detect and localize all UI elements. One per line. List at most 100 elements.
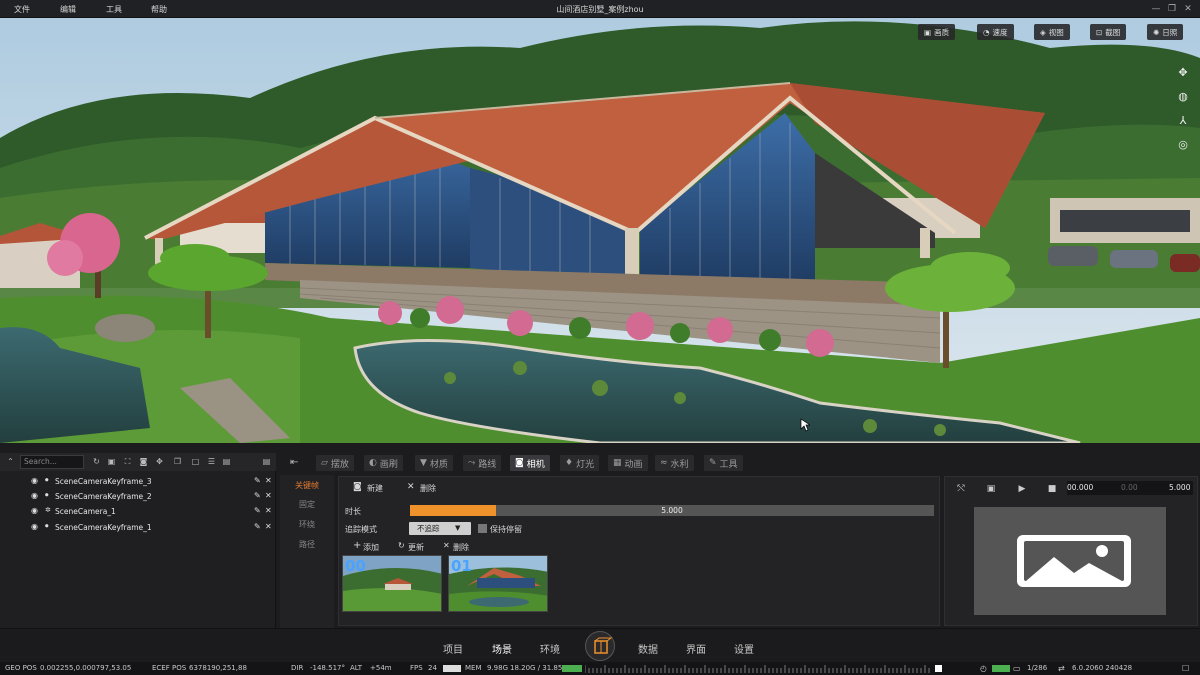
outliner-item[interactable]: ◉ ⏺ SceneCameraKeyframe_2 ✎ ✕ bbox=[0, 489, 276, 504]
menu-help[interactable]: 帮助 bbox=[151, 4, 167, 15]
globe-icon[interactable]: ◎ bbox=[1174, 136, 1192, 154]
subnav-fixed[interactable]: 固定 bbox=[280, 499, 334, 510]
eye-icon[interactable]: ◉ bbox=[31, 522, 38, 531]
edit-icon[interactable]: ✎ bbox=[254, 491, 261, 500]
delete-button[interactable]: 删除 bbox=[420, 483, 436, 494]
nav-settings[interactable]: 设置 bbox=[734, 641, 754, 656]
timeline[interactable]: 00.000 0.00 5.000 bbox=[1067, 481, 1193, 495]
image-icon[interactable]: ▤ bbox=[221, 456, 232, 467]
keep-stop-checkbox[interactable] bbox=[478, 524, 487, 533]
tab-animation[interactable]: ▦ 动画 bbox=[608, 455, 648, 471]
nav-environment[interactable]: 环境 bbox=[540, 641, 560, 656]
tab-label: 动画 bbox=[624, 459, 643, 470]
delete-icon[interactable]: ✕ bbox=[265, 506, 272, 515]
scene-outliner: ⌃ Search... ↻ ▣ ⛶ ◙ ✥ ❐ □ ☰ ▤ ▤ ◉ ⏺ Scene… bbox=[0, 453, 276, 628]
move-icon[interactable]: ✥ bbox=[1174, 64, 1192, 82]
keyframe-thumbnail[interactable]: 01 bbox=[448, 555, 548, 612]
outliner-item[interactable]: ◉ ✲ SceneCamera_1 ✎ ✕ bbox=[0, 504, 276, 519]
select-icon[interactable]: ▣ bbox=[106, 456, 117, 467]
sunlight-button[interactable]: ✺ 日照 bbox=[1147, 24, 1184, 40]
preview-icon[interactable]: ▣ bbox=[984, 482, 998, 496]
menu-edit[interactable]: 编辑 bbox=[60, 4, 76, 15]
tab-tools[interactable]: ✎ 工具 bbox=[704, 455, 743, 471]
track-mode-select[interactable]: 不追踪 ▼ bbox=[409, 522, 471, 535]
nav-data[interactable]: 数据 bbox=[638, 641, 658, 656]
list-icon[interactable]: ☰ bbox=[206, 456, 217, 467]
delete-icon[interactable]: ✕ bbox=[265, 491, 272, 500]
duration-slider[interactable]: 5.000 bbox=[410, 505, 934, 516]
outliner-item-label: SceneCamera_1 bbox=[55, 507, 116, 516]
collapse-panel-icon[interactable]: ⇤ bbox=[290, 457, 298, 468]
update-button[interactable]: 更新 bbox=[408, 542, 424, 553]
view-button[interactable]: ◈ 视图 bbox=[1034, 24, 1070, 40]
keyframe-thumbnail[interactable]: 00 bbox=[342, 555, 442, 612]
edit-icon[interactable]: ✎ bbox=[254, 522, 261, 531]
stop-icon[interactable]: ■ bbox=[1045, 482, 1059, 496]
tab-material[interactable]: ▼ 材质 bbox=[415, 455, 453, 471]
play-icon[interactable]: ▶ bbox=[1015, 482, 1029, 496]
page-counter: 1/286 bbox=[1027, 664, 1048, 672]
menu-icon[interactable]: ▤ bbox=[261, 456, 272, 467]
tab-route[interactable]: ⤳ 路线 bbox=[463, 455, 502, 471]
nav-project[interactable]: 项目 bbox=[443, 641, 463, 656]
window-title: 山间酒店别墅_案例zhou bbox=[556, 5, 644, 14]
nav-interface[interactable]: 界面 bbox=[686, 641, 706, 656]
notification-icon[interactable]: ☐ bbox=[1182, 664, 1189, 673]
tab-water[interactable]: ≈ 水利 bbox=[655, 455, 694, 471]
edit-icon[interactable]: ✎ bbox=[254, 476, 261, 485]
eye-icon[interactable]: ◉ bbox=[31, 491, 38, 500]
animation-icon: ▦ bbox=[613, 458, 622, 468]
home-button[interactable] bbox=[585, 631, 615, 661]
box-icon[interactable]: □ bbox=[190, 456, 201, 467]
camera-icon: ◙ bbox=[515, 458, 524, 468]
track-mode-label: 追踪模式 bbox=[345, 525, 377, 534]
frame-icon[interactable]: ⛶ bbox=[122, 456, 133, 467]
delete-icon[interactable]: ✕ bbox=[265, 522, 272, 531]
quality-button[interactable]: ▣ 画质 bbox=[918, 24, 956, 40]
delete-keyframe-button[interactable]: 删除 bbox=[453, 542, 469, 553]
image-icon: ▣ bbox=[924, 27, 932, 37]
edit-icon[interactable]: ✎ bbox=[254, 506, 261, 515]
tab-light[interactable]: ♦ 灯光 bbox=[560, 455, 600, 471]
eye-icon[interactable]: ◉ bbox=[31, 476, 38, 485]
close-icon[interactable]: ✕ bbox=[1182, 3, 1194, 15]
update-icon[interactable]: ↻ bbox=[398, 541, 405, 550]
screenshot-button[interactable]: ⊡ 截图 bbox=[1090, 24, 1127, 40]
tab-label: 工具 bbox=[719, 459, 738, 470]
collapse-icon[interactable]: ⌃ bbox=[5, 456, 16, 467]
tab-brush[interactable]: ◐ 画刷 bbox=[364, 455, 403, 471]
subnav-path[interactable]: 路径 bbox=[280, 539, 334, 550]
close-icon[interactable]: ✕ bbox=[407, 482, 415, 492]
subnav-orbit[interactable]: 环绕 bbox=[280, 519, 334, 530]
copy-icon[interactable]: ❐ bbox=[172, 456, 183, 467]
nav-scene[interactable]: 场景 bbox=[492, 641, 512, 656]
restore-icon[interactable]: ❐ bbox=[1166, 3, 1178, 15]
close-icon[interactable]: ✕ bbox=[443, 541, 450, 550]
tab-camera[interactable]: ◙ 相机 bbox=[510, 455, 550, 471]
tab-place[interactable]: ▱ 摆放 bbox=[316, 455, 354, 471]
speed-button[interactable]: ◔ 速度 bbox=[977, 24, 1014, 40]
transform-icon[interactable]: ✥ bbox=[154, 456, 165, 467]
new-button[interactable]: 新建 bbox=[367, 483, 383, 494]
search-input[interactable]: Search... bbox=[20, 455, 84, 469]
camera-preview-panel: ⤲ ▣ ▶ ■ 00.000 0.00 5.000 bbox=[944, 476, 1198, 626]
outliner-item[interactable]: ◉ ⏺ SceneCameraKeyframe_1 ✎ ✕ bbox=[0, 520, 276, 535]
3d-viewport[interactable]: ▣ 画质 ◔ 速度 ◈ 视图 ⊡ 截图 ✺ 日照 ✥ ◍ ⅄ ◎ bbox=[0, 18, 1200, 443]
eye-icon[interactable]: ◉ bbox=[31, 506, 38, 515]
tab-label: 路线 bbox=[478, 459, 497, 470]
camera-icon[interactable]: ◙ bbox=[138, 456, 149, 467]
add-button[interactable]: 添加 bbox=[363, 542, 379, 553]
curve-icon[interactable]: ⤲ bbox=[954, 482, 968, 496]
plus-icon[interactable]: + bbox=[353, 540, 361, 551]
quality-label: 画质 bbox=[934, 27, 950, 37]
axis-icon[interactable]: ⅄ bbox=[1174, 112, 1192, 130]
orbit-icon[interactable]: ◍ bbox=[1174, 88, 1192, 106]
minimize-icon[interactable]: — bbox=[1150, 3, 1162, 15]
outliner-item[interactable]: ◉ ⏺ SceneCameraKeyframe_3 ✎ ✕ bbox=[0, 474, 276, 489]
delete-icon[interactable]: ✕ bbox=[265, 476, 272, 485]
refresh-icon[interactable]: ↻ bbox=[91, 456, 102, 467]
menu-file[interactable]: 文件 bbox=[14, 4, 30, 15]
speedometer-icon: ◴ bbox=[980, 664, 987, 673]
subnav-keyframe[interactable]: 关键帧 bbox=[280, 480, 334, 491]
menu-tools[interactable]: 工具 bbox=[106, 4, 122, 15]
